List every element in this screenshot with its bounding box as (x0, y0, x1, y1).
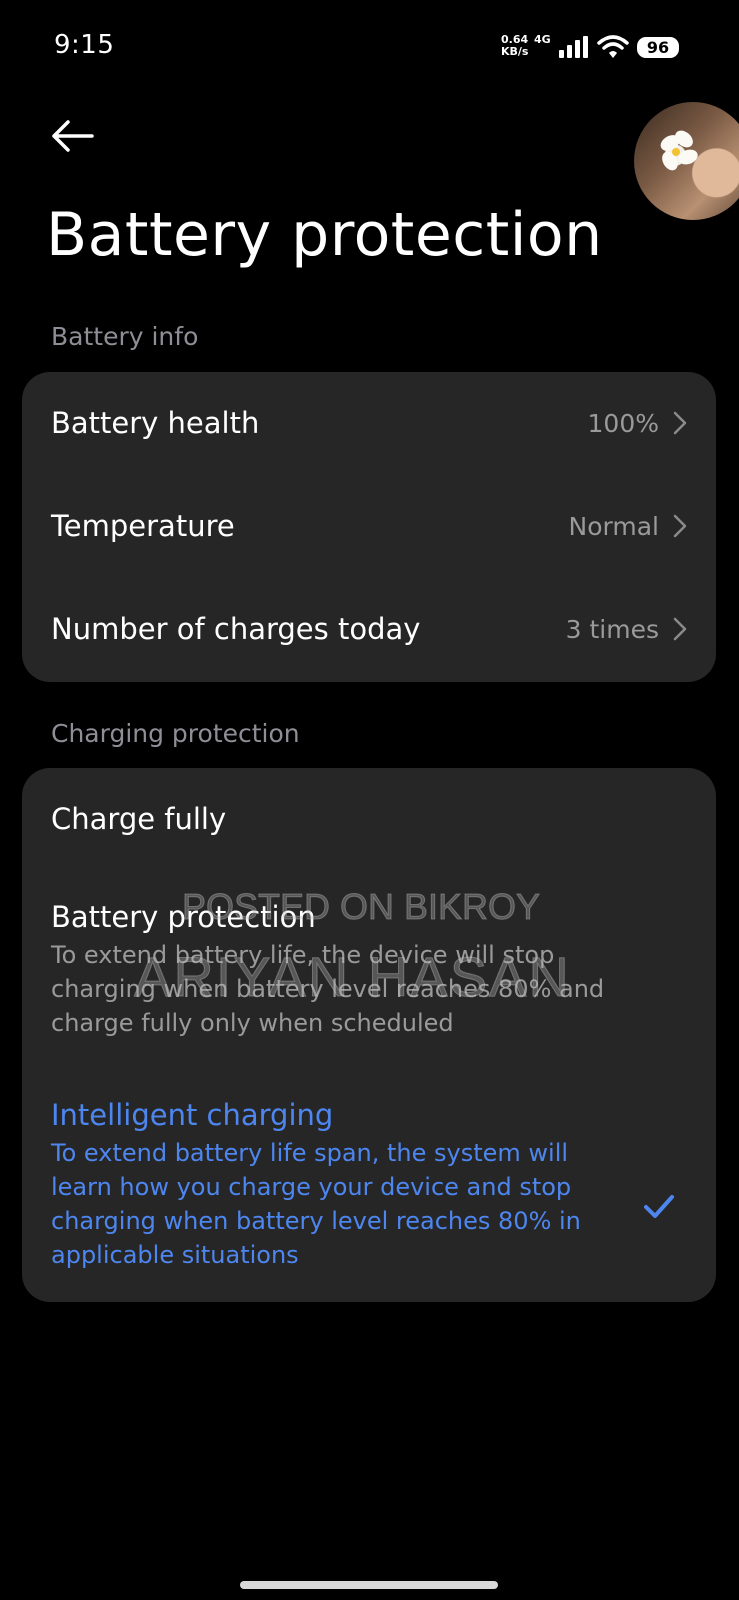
checkmark-icon (644, 1195, 674, 1218)
battery-info-card: Battery health 100% Temperature Normal N… (22, 372, 716, 682)
option-title: Intelligent charging (51, 1098, 334, 1132)
option-battery-protection[interactable]: Battery protection To extend battery lif… (51, 900, 687, 1040)
charges-today-value: 3 times (565, 614, 659, 644)
chevron-right-icon (673, 617, 687, 641)
home-indicator[interactable] (240, 1581, 498, 1589)
page-title: Battery protection (46, 200, 603, 270)
battery-health-label: Battery health (51, 406, 260, 440)
chevron-right-icon (673, 514, 687, 538)
temperature-value: Normal (568, 511, 659, 541)
charges-today-label: Number of charges today (51, 612, 421, 646)
charges-today-row[interactable]: Number of charges today 3 times (51, 602, 687, 656)
battery-health-row[interactable]: Battery health 100% (51, 396, 687, 450)
option-charge-fully[interactable]: Charge fully (51, 802, 687, 836)
wifi-icon (597, 35, 629, 58)
signal-bars-icon (559, 36, 588, 58)
avatar[interactable] (634, 102, 739, 220)
battery-health-value: 100% (587, 408, 659, 438)
network-type: 4G (534, 33, 551, 46)
temperature-label: Temperature (51, 509, 235, 543)
network-speed: 0.64 KB/s 4G (501, 33, 551, 60)
status-icons: 0.64 KB/s 4G 96 (501, 33, 679, 60)
status-bar: 9:15 0.64 KB/s 4G 96 (0, 0, 739, 100)
option-description: To extend battery life, the device will … (51, 941, 605, 1037)
temperature-row[interactable]: Temperature Normal (51, 499, 687, 553)
back-button[interactable] (48, 116, 98, 156)
battery-level: 96 (637, 36, 679, 58)
net-speed-unit: KB/s (501, 45, 529, 58)
section-label-battery-info: Battery info (51, 322, 199, 351)
status-time: 9:15 (54, 30, 115, 60)
option-description: To extend battery life span, the system … (51, 1139, 581, 1269)
option-title: Battery protection (51, 900, 316, 934)
charging-protection-card: Charge fully Battery protection To exten… (22, 768, 716, 1302)
option-intelligent-charging[interactable]: Intelligent charging To extend battery l… (51, 1098, 687, 1272)
section-label-charging-protection: Charging protection (51, 719, 300, 748)
arrow-left-icon (52, 120, 94, 152)
option-title: Charge fully (51, 802, 227, 836)
chevron-right-icon (673, 411, 687, 435)
